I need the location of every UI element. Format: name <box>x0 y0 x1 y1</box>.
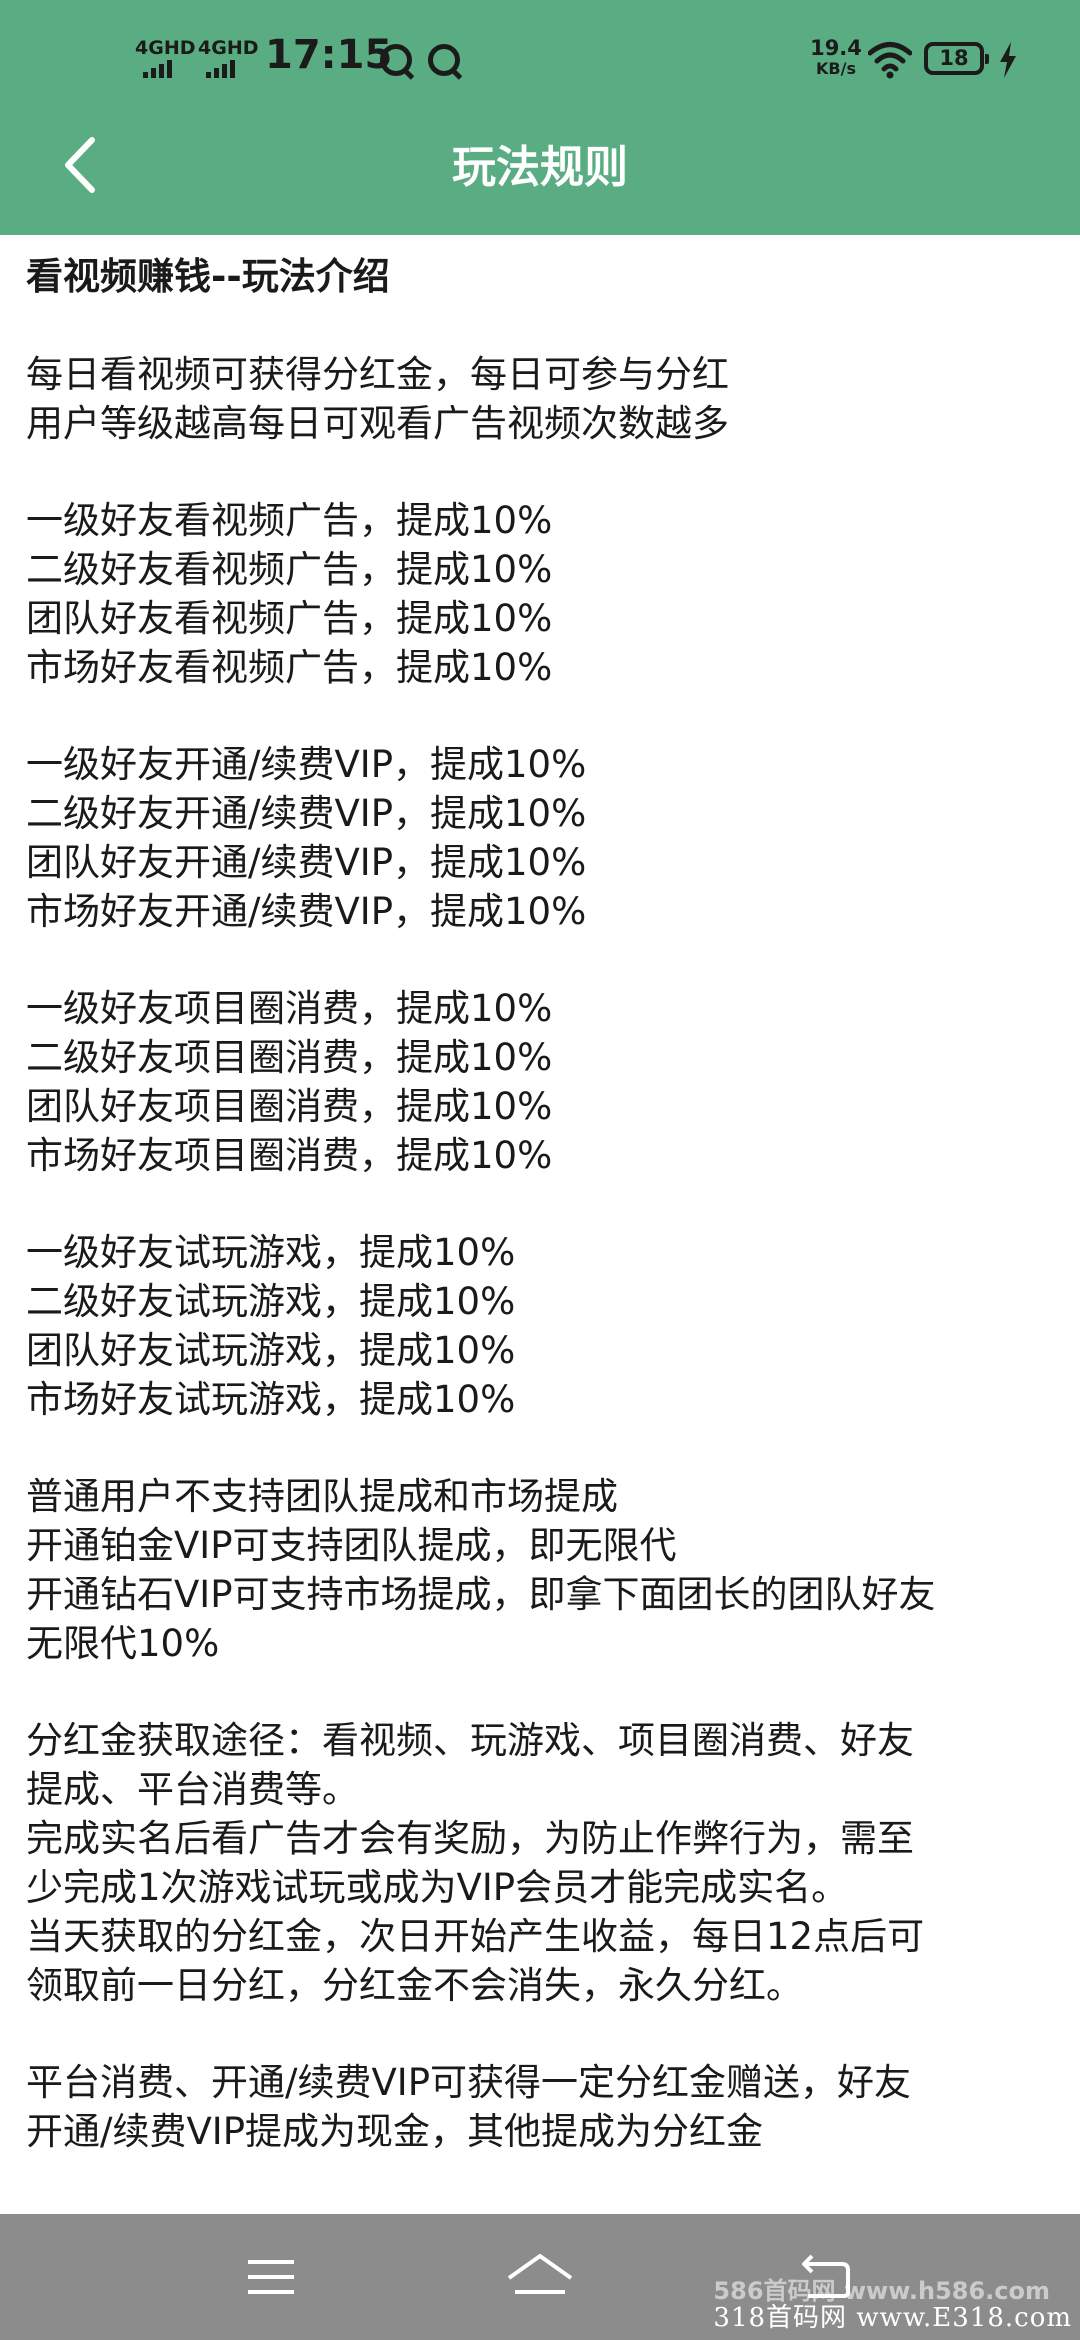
text-line: 团队好友试玩游戏，提成10% <box>26 1329 516 1372</box>
paragraph: 一级好友试玩游戏，提成10% 二级好友试玩游戏，提成10% 团队好友试玩游戏，提… <box>26 1228 1066 1424</box>
text-line: 一级好友项目圈消费，提成10% <box>26 987 553 1030</box>
text-line: 平台消费、开通/续费VIP可获得一定分红金赠送，好友 <box>26 2061 911 2104</box>
text-line: 开通钻石VIP可支持市场提成，即拿下面团长的团队好友 <box>26 1573 936 1616</box>
system-nav-bar: 586首码网 www.h586.com 318首码网 www.E318.com <box>0 2214 1080 2340</box>
battery-icon: 18 <box>924 42 989 75</box>
text-line: 团队好友开通/续费VIP，提成10% <box>26 841 587 884</box>
text-line: 团队好友项目圈消费，提成10% <box>26 1085 553 1128</box>
signal-bars-icon <box>206 60 235 78</box>
paragraph: 一级好友项目圈消费，提成10% 二级好友项目圈消费，提成10% 团队好友项目圈消… <box>26 984 1066 1180</box>
signal-1-label: 4GHD <box>135 37 196 59</box>
text-line: 当天获取的分红金，次日开始产生收益，每日12点后可 <box>26 1915 925 1958</box>
charging-bolt-icon <box>1000 42 1016 78</box>
rules-content: 看视频赚钱--玩法介绍 每日看视频可获得分红金，每日可参与分红 用户等级越高每日… <box>26 252 1066 2156</box>
text-line: 市场好友试玩游戏，提成10% <box>26 1378 516 1421</box>
text-line: 一级好友开通/续费VIP，提成10% <box>26 743 587 786</box>
signal-2: 4GHD <box>198 38 259 78</box>
paragraph: 平台消费、开通/续费VIP可获得一定分红金赠送，好友 开通/续费VIP提成为现金… <box>26 2058 1066 2156</box>
signal-2-label: 4GHD <box>198 37 259 59</box>
text-line: 市场好友项目圈消费，提成10% <box>26 1134 553 1177</box>
text-line: 少完成1次游戏试玩或成为VIP会员才能完成实名。 <box>26 1866 849 1909</box>
text-line: 普通用户不支持团队提成和市场提成 <box>26 1475 618 1518</box>
status-bar: 4GHD 4GHD 17:15 19.4 KB/s 18 <box>0 0 1080 118</box>
wifi-icon <box>868 42 912 79</box>
content-title: 看视频赚钱--玩法介绍 <box>26 255 390 298</box>
text-line: 开通铂金VIP可支持团队提成，即无限代 <box>26 1524 677 1567</box>
text-line: 市场好友看视频广告，提成10% <box>26 646 553 689</box>
notification-q-icon <box>380 44 412 76</box>
notification-q-icon <box>428 44 460 76</box>
text-line: 二级好友看视频广告，提成10% <box>26 548 553 591</box>
text-line: 一级好友试玩游戏，提成10% <box>26 1231 516 1274</box>
text-line: 提成、平台消费等。 <box>26 1768 359 1811</box>
signal-bars-icon <box>143 60 172 78</box>
text-line: 分红金获取途径：看视频、玩游戏、项目圈消费、好友 <box>26 1719 914 1762</box>
menu-icon <box>248 2260 294 2294</box>
text-line: 团队好友看视频广告，提成10% <box>26 597 553 640</box>
home-icon <box>507 2254 573 2294</box>
menu-button[interactable] <box>236 2242 306 2312</box>
text-line: 二级好友开通/续费VIP，提成10% <box>26 792 587 835</box>
net-speed-value: 19.4 <box>810 36 862 60</box>
text-line: 市场好友开通/续费VIP，提成10% <box>26 890 587 933</box>
paragraph: 一级好友看视频广告，提成10% 二级好友看视频广告，提成10% 团队好友看视频广… <box>26 496 1066 692</box>
text-line: 一级好友看视频广告，提成10% <box>26 499 553 542</box>
clock: 17:15 <box>265 32 393 78</box>
paragraph: 一级好友开通/续费VIP，提成10% 二级好友开通/续费VIP，提成10% 团队… <box>26 740 1066 936</box>
paragraph: 分红金获取途径：看视频、玩游戏、项目圈消费、好友 提成、平台消费等。 完成实名后… <box>26 1716 1066 2010</box>
net-speed: 19.4 KB/s <box>806 36 866 78</box>
text-line: 二级好友项目圈消费，提成10% <box>26 1036 553 1079</box>
text-line: 每日看视频可获得分红金，每日可参与分红 <box>26 353 729 396</box>
net-speed-unit: KB/s <box>816 59 856 78</box>
paragraph: 普通用户不支持团队提成和市场提成 开通铂金VIP可支持团队提成，即无限代 开通钻… <box>26 1472 1066 1668</box>
watermark-bottom: 318首码网 www.E318.com <box>713 2303 1072 2333</box>
page-title: 玩法规则 <box>452 142 628 193</box>
app-header: 4GHD 4GHD 17:15 19.4 KB/s 18 玩法规则 <box>0 0 1080 235</box>
text-line: 开通/续费VIP提成为现金，其他提成为分红金 <box>26 2110 763 2153</box>
text-line: 用户等级越高每日可观看广告视频次数越多 <box>26 402 729 445</box>
text-line: 完成实名后看广告才会有奖励，为防止作弊行为，需至 <box>26 1817 914 1860</box>
text-line: 领取前一日分红，分红金不会消失，永久分红。 <box>26 1964 803 2007</box>
signal-1: 4GHD <box>135 38 196 78</box>
paragraph: 每日看视频可获得分红金，每日可参与分红 用户等级越高每日可观看广告视频次数越多 <box>26 350 1066 448</box>
text-line: 无限代10% <box>26 1622 220 1665</box>
text-line: 二级好友试玩游戏，提成10% <box>26 1280 516 1323</box>
home-button[interactable] <box>505 2242 575 2312</box>
